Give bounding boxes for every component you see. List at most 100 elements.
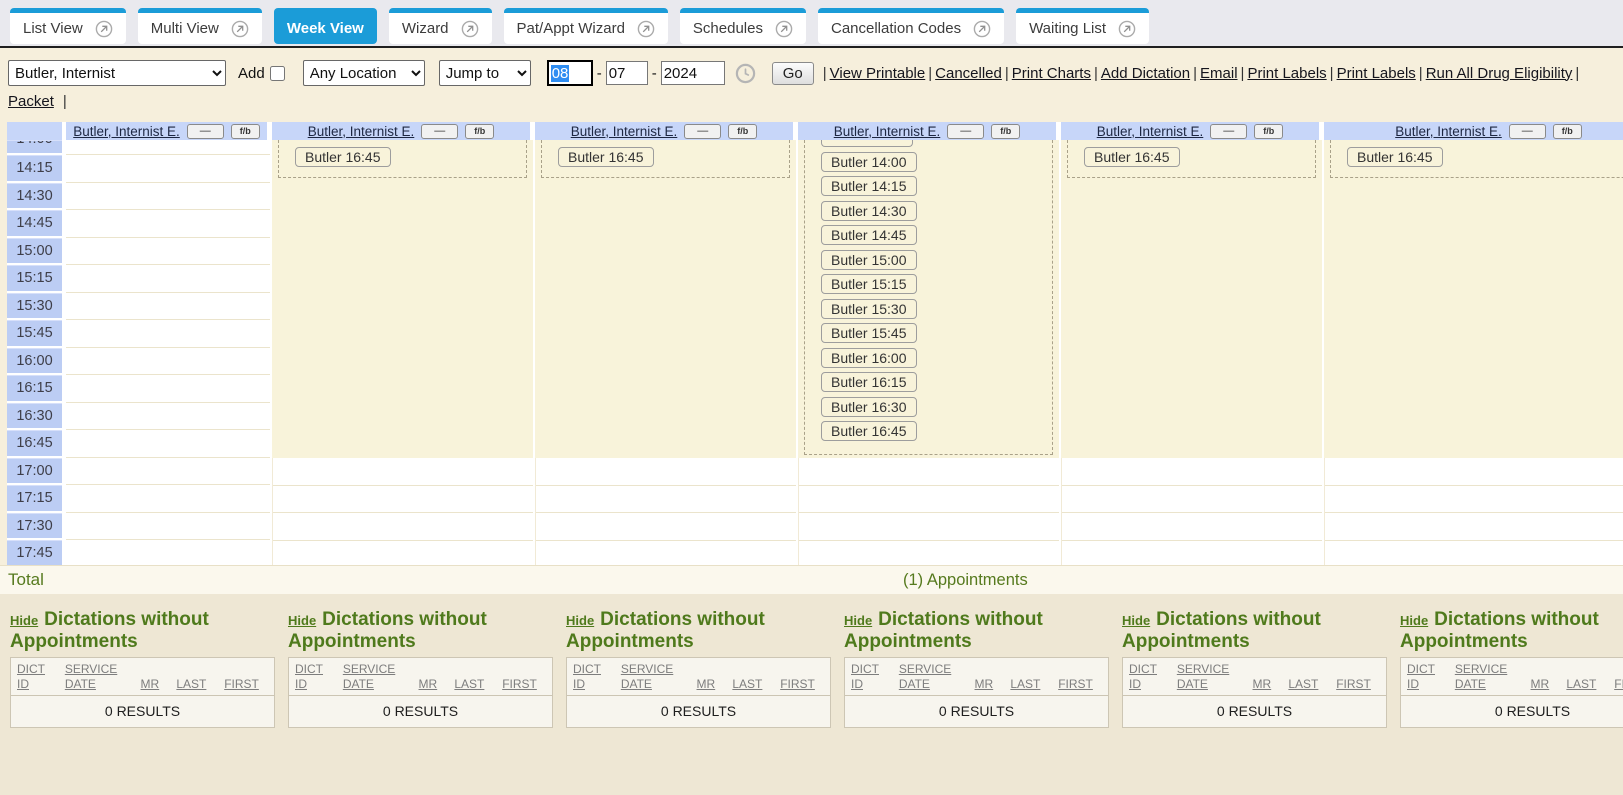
grid-row[interactable] (66, 430, 270, 458)
hide-link[interactable]: Hide (844, 613, 872, 628)
slot-button-butler-15-15[interactable]: Butler 15:15 (821, 274, 917, 294)
popout-arrow-icon[interactable] (231, 20, 249, 38)
hide-link[interactable]: Hide (288, 613, 316, 628)
grid-row[interactable] (799, 513, 1059, 541)
toolbar-link-packet[interactable]: Packet (8, 93, 54, 110)
popout-arrow-icon[interactable] (1118, 20, 1136, 38)
grid-row[interactable] (66, 183, 270, 211)
column-header-mr[interactable]: MR (975, 677, 1011, 692)
grid-row[interactable] (66, 210, 270, 238)
grid-row[interactable] (1062, 458, 1322, 486)
grid-row[interactable] (536, 458, 796, 486)
column-header-last[interactable]: LAST (176, 677, 224, 692)
grid-row[interactable] (66, 140, 270, 155)
column-header-service-date[interactable]: SERVICEDATE (65, 662, 141, 692)
minimize-column-button[interactable]: — (187, 124, 224, 139)
column-header-first[interactable]: FIRST (1058, 677, 1102, 692)
grid-row[interactable] (66, 265, 270, 293)
fb-button[interactable]: f/b (728, 124, 757, 139)
tab-list-view[interactable]: List View (10, 8, 126, 44)
grid-row[interactable] (1062, 513, 1322, 541)
grid-row[interactable] (66, 540, 270, 565)
minimize-column-button[interactable]: — (947, 124, 984, 139)
slot-button-butler-16-45[interactable]: Butler 16:45 (821, 421, 917, 441)
hide-link[interactable]: Hide (1400, 613, 1428, 628)
hide-link[interactable]: Hide (566, 613, 594, 628)
column-header-last[interactable]: LAST (732, 677, 780, 692)
date-year-input[interactable]: 2024 (661, 61, 725, 85)
hide-link[interactable]: Hide (1122, 613, 1150, 628)
column-header-mr[interactable]: MR (1253, 677, 1289, 692)
column-header-first[interactable]: FIRST (1614, 677, 1623, 692)
grid-row[interactable] (273, 486, 533, 514)
grid-row[interactable] (536, 541, 796, 566)
toolbar-link-print-labels[interactable]: Print Labels (1247, 65, 1326, 82)
toolbar-link-view-printable[interactable]: View Printable (830, 65, 926, 82)
fb-button[interactable]: f/b (1254, 124, 1283, 139)
provider-link[interactable]: Butler, Internist E. (1395, 124, 1502, 139)
slot-button-butler-16-15[interactable]: Butler 16:15 (821, 372, 917, 392)
column-header-dict-id[interactable]: DICTID (17, 662, 65, 692)
grid-row[interactable] (1325, 513, 1623, 541)
provider-link[interactable]: Butler, Internist E. (1097, 124, 1204, 139)
column-header-last[interactable]: LAST (1566, 677, 1614, 692)
slot-button-butler-15-30[interactable]: Butler 15:30 (821, 299, 917, 319)
grid-row[interactable] (1062, 486, 1322, 514)
grid-row[interactable] (273, 541, 533, 566)
date-day-input[interactable]: 07 (606, 61, 648, 85)
slot-button-butler-15-00[interactable]: Butler 15:00 (821, 250, 917, 270)
tab-cancellation-codes[interactable]: Cancellation Codes (818, 8, 1004, 44)
grid-row[interactable] (66, 513, 270, 541)
tab-waiting-list[interactable]: Waiting List (1016, 8, 1149, 44)
location-select[interactable]: Any Location (303, 60, 425, 86)
provider-link[interactable]: Butler, Internist E. (834, 124, 941, 139)
column-header-mr[interactable]: MR (1531, 677, 1567, 692)
column-header-dict-id[interactable]: DICTID (1407, 662, 1455, 692)
popout-arrow-icon[interactable] (637, 20, 655, 38)
column-header-service-date[interactable]: SERVICEDATE (1455, 662, 1531, 692)
toolbar-link-email[interactable]: Email (1200, 65, 1238, 82)
toolbar-link-run-all-drug-eligibility[interactable]: Run All Drug Eligibility (1426, 65, 1573, 82)
column-header-first[interactable]: FIRST (780, 677, 824, 692)
tab-schedules[interactable]: Schedules (680, 8, 806, 44)
grid-row[interactable] (799, 486, 1059, 514)
grid-row[interactable] (66, 458, 270, 486)
provider-link[interactable]: Butler, Internist E. (308, 124, 415, 139)
grid-row[interactable] (536, 513, 796, 541)
grid-row[interactable] (66, 155, 270, 183)
grid-row[interactable] (66, 403, 270, 431)
slot-button-butler-16-45[interactable]: Butler 16:45 (558, 147, 654, 167)
column-header-last[interactable]: LAST (1010, 677, 1058, 692)
grid-row[interactable] (66, 320, 270, 348)
provider-link[interactable]: Butler, Internist E. (73, 124, 180, 139)
column-header-dict-id[interactable]: DICTID (573, 662, 621, 692)
provider-link[interactable]: Butler, Internist E. (571, 124, 678, 139)
fb-button[interactable]: f/b (465, 124, 494, 139)
grid-row[interactable] (66, 348, 270, 376)
hide-link[interactable]: Hide (10, 613, 38, 628)
clipped-slot-button[interactable] (821, 140, 913, 147)
fb-button[interactable]: f/b (1553, 124, 1582, 139)
tab-pat-appt-wizard[interactable]: Pat/Appt Wizard (504, 8, 668, 44)
grid-row[interactable] (66, 238, 270, 266)
grid-row[interactable] (799, 541, 1059, 566)
column-header-first[interactable]: FIRST (224, 677, 268, 692)
toolbar-link-cancelled[interactable]: Cancelled (935, 65, 1002, 82)
date-month-input[interactable]: 08 (547, 60, 593, 86)
clock-icon[interactable] (735, 63, 756, 84)
column-header-service-date[interactable]: SERVICEDATE (343, 662, 419, 692)
slot-button-butler-14-45[interactable]: Butler 14:45 (821, 225, 917, 245)
slot-button-butler-14-00[interactable]: Butler 14:00 (821, 152, 917, 172)
column-header-first[interactable]: FIRST (1336, 677, 1380, 692)
add-checkbox[interactable] (270, 66, 285, 81)
toolbar-link-print-labels[interactable]: Print Labels (1337, 65, 1416, 82)
jump-to-select[interactable]: Jump to (439, 60, 531, 86)
tab-multi-view[interactable]: Multi View (138, 8, 262, 44)
minimize-column-button[interactable]: — (1210, 124, 1247, 139)
column-header-mr[interactable]: MR (141, 677, 177, 692)
column-header-first[interactable]: FIRST (502, 677, 546, 692)
column-header-service-date[interactable]: SERVICEDATE (899, 662, 975, 692)
popout-arrow-icon[interactable] (775, 20, 793, 38)
grid-row[interactable] (536, 486, 796, 514)
fb-button[interactable]: f/b (991, 124, 1020, 139)
